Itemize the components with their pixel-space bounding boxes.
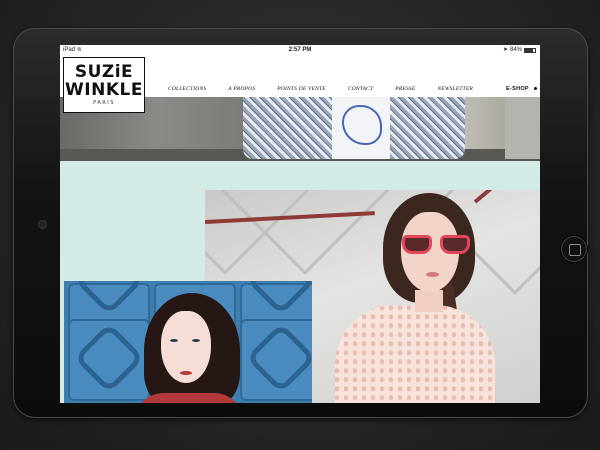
brand-logo[interactable]: SUZiE WINKLE PARIS bbox=[63, 57, 145, 113]
tile-heart-shape bbox=[73, 281, 145, 316]
ipad-screen: iPad ≋ 2:57 PM ➤ 84% SUZiE WINKLE PARIS … bbox=[60, 45, 540, 403]
status-right: ➤ 84% bbox=[503, 45, 536, 55]
tile-heart-shape bbox=[245, 322, 312, 394]
nav-presse[interactable]: PRESSE bbox=[395, 86, 415, 92]
sunglasses-lens bbox=[440, 235, 470, 254]
nav-contact[interactable]: CONTACT bbox=[348, 86, 373, 92]
status-time: 2:57 PM bbox=[288, 47, 312, 53]
sunglasses bbox=[402, 235, 472, 255]
nav-newsletter[interactable]: NEWSLETTER bbox=[437, 86, 473, 92]
model-eye bbox=[192, 339, 200, 342]
hero-pillar bbox=[505, 97, 540, 159]
logo-line1: SUZiE bbox=[74, 62, 134, 82]
model-blouse bbox=[335, 305, 495, 403]
eshop-dot-icon bbox=[534, 87, 537, 90]
status-bar: iPad ≋ 2:57 PM ➤ 84% bbox=[60, 45, 540, 55]
main-nav: COLLECTIONS A PROPOS POINTS DE VENTE CON… bbox=[168, 86, 495, 92]
tile-heart-shape bbox=[73, 322, 145, 394]
battery-percent: 84% bbox=[509, 47, 522, 53]
model-lips bbox=[180, 371, 192, 375]
model-neck bbox=[415, 290, 443, 312]
logo-line2: WINKLE bbox=[65, 80, 143, 100]
eshop-link[interactable]: E-SHOP bbox=[503, 85, 532, 93]
sunglasses-lens bbox=[402, 235, 432, 254]
wall-tile bbox=[240, 319, 312, 401]
location-arrow-icon: ➤ bbox=[502, 47, 508, 53]
nav-a-propos[interactable]: A PROPOS bbox=[228, 86, 255, 92]
home-button[interactable] bbox=[561, 236, 587, 262]
nav-collections[interactable]: COLLECTIONS bbox=[168, 86, 206, 92]
tile-heart-shape bbox=[245, 281, 312, 316]
wall-tile bbox=[68, 319, 150, 401]
logo-subline: PARIS bbox=[93, 100, 115, 106]
battery-icon bbox=[524, 47, 536, 53]
model-lips bbox=[426, 272, 439, 277]
model-eye bbox=[170, 339, 178, 342]
camera-icon bbox=[39, 221, 46, 228]
nav-points-de-vente[interactable]: POINTS DE VENTE bbox=[277, 86, 326, 92]
model-blue-wall-photo[interactable] bbox=[64, 281, 312, 403]
